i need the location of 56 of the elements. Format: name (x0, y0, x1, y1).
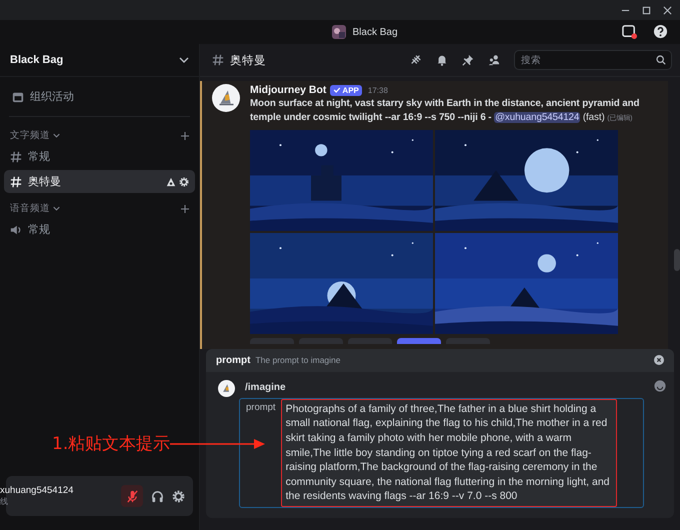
channel-title: 奥特曼 (230, 54, 266, 68)
headphones-icon[interactable] (151, 490, 164, 502)
hash-icon (10, 150, 22, 162)
hash-icon (212, 54, 224, 66)
speaker-icon (10, 224, 22, 236)
message-time: 17:38 (368, 86, 388, 94)
server-icon (332, 25, 346, 39)
help-icon[interactable] (653, 24, 668, 39)
bot-avatar-icon (218, 380, 235, 397)
command-name: /imagine (245, 382, 287, 393)
settings-icon[interactable] (172, 490, 185, 502)
search-field[interactable]: 搜索 (514, 50, 672, 70)
close-icon[interactable] (654, 355, 664, 366)
bot-avatar-icon (212, 84, 240, 112)
check-icon (333, 86, 342, 94)
prompt-field[interactable]: Photographs of a family of three,The father in a blue shirt holding a small national flag, explaining the flag to his child,The mother in a red skirt taking a family photo with her mobile phone, with a warm smile,The little boy standing on tiptoe tying a red scarf on the flag-raising platform,The background of the flag-raising ceremony in the community square, the national flag fluttering in the morning light, and the residents waving flags --ar 16:9 --v 7.0 --s 800 (280, 398, 617, 507)
field-label: prompt (245, 400, 277, 415)
app-badge: APP (330, 84, 362, 96)
settings-icon[interactable] (179, 176, 189, 186)
calendar-icon (12, 90, 24, 102)
server-header[interactable]: Black Bag (0, 44, 199, 77)
message-button[interactable] (397, 338, 441, 344)
emoji-icon[interactable] (654, 380, 666, 392)
category-label[interactable]: 语音频道 (10, 202, 50, 215)
mute-button[interactable] (121, 485, 143, 507)
add-icon[interactable] (181, 204, 189, 212)
category-label[interactable]: 文字频道 (10, 129, 50, 142)
microphone-icon (126, 490, 138, 502)
chevron-icon (53, 206, 60, 211)
chevron-icon (53, 133, 60, 138)
username: xuhuang5454124 (0, 485, 74, 496)
author-name[interactable]: Midjourney Bot (250, 84, 326, 96)
events-item[interactable]: 组织活动 (8, 85, 191, 108)
maximize-icon[interactable] (642, 6, 651, 14)
channel-item[interactable]: 奥特曼 (4, 170, 195, 193)
user-mention[interactable]: @xuhuang5454124 (494, 112, 580, 123)
invite-icon[interactable] (166, 176, 176, 186)
channel-item[interactable]: 常规 (4, 218, 195, 241)
option-description: The prompt to imagine (255, 355, 342, 366)
option-name: prompt (216, 354, 250, 366)
add-icon[interactable] (181, 132, 189, 140)
server-name: Black Bag (352, 26, 398, 38)
bell-icon[interactable] (436, 54, 448, 66)
close-icon[interactable] (663, 6, 672, 14)
channel-item[interactable]: 常规 (4, 145, 195, 168)
annotation-label: 1.粘贴文本提示 (52, 433, 170, 455)
server-title: Black Bag (10, 54, 64, 66)
search-icon (656, 55, 666, 65)
inbox-icon[interactable] (622, 24, 637, 39)
user-status: 线 (0, 496, 9, 507)
pin-icon[interactable] (462, 54, 474, 66)
chevron-icon (179, 57, 189, 63)
members-icon[interactable] (488, 54, 500, 66)
hash-icon (10, 176, 22, 188)
threads-icon[interactable] (410, 54, 422, 66)
option-bar[interactable]: prompt The prompt to imagine (206, 348, 674, 372)
